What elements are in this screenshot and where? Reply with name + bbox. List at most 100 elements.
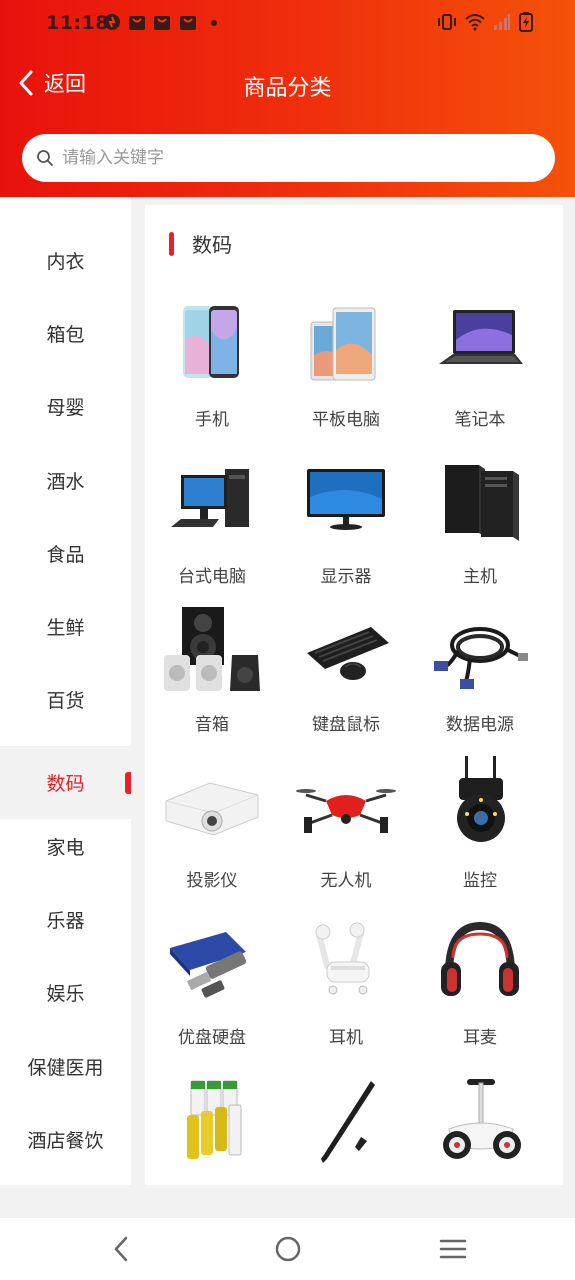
vibrate-icon (438, 14, 456, 30)
subcategory-item[interactable]: 笔记本 (413, 300, 547, 450)
subcategory-item[interactable]: 耳麦 (413, 918, 547, 1068)
stylus-icon (321, 1081, 375, 1163)
subcategory-label: 显示器 (320, 567, 372, 587)
back-nav-icon[interactable] (110, 1234, 132, 1264)
status-time: 11:18 (46, 12, 109, 34)
subcategory-item[interactable]: 手机 (145, 300, 279, 450)
more-dot-icon (211, 20, 217, 26)
speaker-icon (164, 607, 260, 691)
subcategory-item[interactable]: 音箱 (145, 605, 279, 755)
subcategory-item[interactable] (145, 1075, 279, 1185)
sidebar-item-hotel[interactable]: 酒店餐饮 (0, 1103, 131, 1176)
earbuds-icon (315, 922, 370, 995)
sidebar-item-label: 保健医用 (27, 1057, 104, 1079)
nav-bar: 返回 商品分类 (0, 58, 575, 110)
sidebar-item-appliances[interactable]: 家电 (0, 810, 131, 883)
status-bar: 11:18 (0, 0, 575, 48)
sidebar-item-label: 食品 (46, 544, 85, 566)
subcategory-label: 平板电脑 (312, 410, 380, 430)
sidebar-item-entertainment[interactable]: 娱乐 (0, 956, 131, 1029)
sidebar-item-underwear[interactable]: 内衣 (0, 224, 131, 297)
subcategory-item[interactable]: 监控 (413, 756, 547, 911)
section-accent-bar (169, 231, 174, 256)
subcategory-item[interactable]: 台式电脑 (145, 457, 279, 607)
search-icon (37, 150, 53, 166)
sidebar-item-label: 数码 (46, 773, 85, 795)
app-header: 11:18 返回 商品分类 (0, 0, 575, 197)
drone-icon (296, 789, 396, 833)
sidebar-item-label: 娱乐 (46, 983, 85, 1005)
active-indicator (125, 772, 131, 794)
system-nav-bar (0, 1218, 575, 1280)
sidebar-item-fresh[interactable]: 生鲜 (0, 590, 131, 663)
subcategory-label: 笔记本 (454, 410, 506, 430)
section-title: 数码 (192, 233, 232, 257)
sidebar-item-health[interactable]: 保健医用 (0, 1030, 131, 1103)
desktop-icon (171, 469, 249, 527)
page-title: 商品分类 (243, 76, 332, 101)
camera-icon (457, 756, 505, 842)
sidebar-item-label: 酒水 (46, 471, 85, 493)
sidebar-item-digital[interactable]: 数码 (0, 746, 131, 819)
headphones-icon (441, 921, 519, 996)
laptop-icon (439, 310, 523, 364)
subcategory-label: 键盘鼠标 (312, 715, 380, 735)
shop-bag-icon (154, 16, 170, 30)
subcategory-item[interactable]: 优盘硬盘 (145, 918, 279, 1068)
subcategory-item[interactable] (279, 1075, 413, 1185)
monitor-icon (307, 469, 385, 530)
search-bar[interactable] (22, 134, 555, 182)
subcategory-item[interactable] (413, 1075, 547, 1185)
subcategory-item[interactable]: 平板电脑 (279, 300, 413, 450)
subcategory-label: 耳机 (329, 1028, 363, 1048)
subcategory-label: 主机 (463, 567, 497, 587)
phone-icon (183, 306, 239, 378)
subcategory-item[interactable]: 耳机 (279, 918, 413, 1068)
projector-icon (165, 782, 259, 836)
subcategory-label: 音箱 (195, 715, 229, 735)
subcategory-item[interactable]: 投影仪 (145, 761, 279, 911)
battery-icon (187, 1080, 242, 1159)
balance-scooter-icon (443, 1079, 521, 1159)
subcategory-label: 数据电源 (446, 715, 514, 735)
subcategory-label: 手机 (195, 410, 229, 430)
subcategory-label: 监控 (463, 871, 497, 891)
subcategory-item[interactable]: 数据电源 (413, 605, 547, 755)
subcategory-label: 台式电脑 (178, 567, 246, 587)
sidebar-item-label: 酒店餐饮 (27, 1130, 104, 1152)
sidebar-item-label: 生鲜 (46, 617, 85, 639)
subcategory-item[interactable]: 键盘鼠标 (279, 605, 413, 755)
sidebar-item-drinks[interactable]: 酒水 (0, 444, 131, 517)
pc-tower-icon (445, 465, 519, 541)
subcategory-item[interactable]: 显示器 (279, 457, 413, 607)
subcategory-label: 无人机 (320, 871, 372, 891)
subcategory-item[interactable]: 无人机 (279, 761, 413, 911)
status-icons (437, 12, 533, 32)
sidebar-item-label: 母婴 (46, 397, 85, 419)
search-input[interactable] (62, 148, 502, 168)
subcategory-item[interactable]: 主机 (413, 457, 547, 607)
subcategory-label: 投影仪 (186, 871, 238, 891)
wifi-icon (465, 14, 485, 31)
sidebar-item-label: 内衣 (46, 251, 85, 273)
sidebar-item-instruments[interactable]: 乐器 (0, 883, 131, 956)
sidebar-item-label: 箱包 (46, 324, 85, 346)
signal-icon (494, 14, 510, 30)
shop-bag-icon (180, 16, 196, 30)
cable-icon (434, 627, 528, 689)
category-sidebar: 内衣 箱包 母婴 酒水 食品 生鲜 百货 数码 家电 乐器 娱乐 保健医用 酒店… (0, 197, 131, 1185)
sidebar-item-label: 乐器 (46, 910, 85, 932)
battery-status-icon (519, 12, 533, 32)
notification-icon (104, 14, 120, 30)
tablet-icon (310, 307, 376, 381)
sidebar-item-label: 百货 (46, 690, 85, 712)
home-nav-icon[interactable] (274, 1234, 302, 1264)
sidebar-item-bags[interactable]: 箱包 (0, 297, 131, 370)
sidebar-item-label: 家电 (46, 837, 85, 859)
sidebar-item-baby[interactable]: 母婴 (0, 370, 131, 443)
shop-bag-icon (129, 16, 145, 30)
sidebar-item-food[interactable]: 食品 (0, 517, 131, 590)
usb-drive-icon (170, 932, 247, 998)
menu-nav-icon[interactable] (438, 1234, 468, 1264)
sidebar-item-general[interactable]: 百货 (0, 663, 131, 736)
